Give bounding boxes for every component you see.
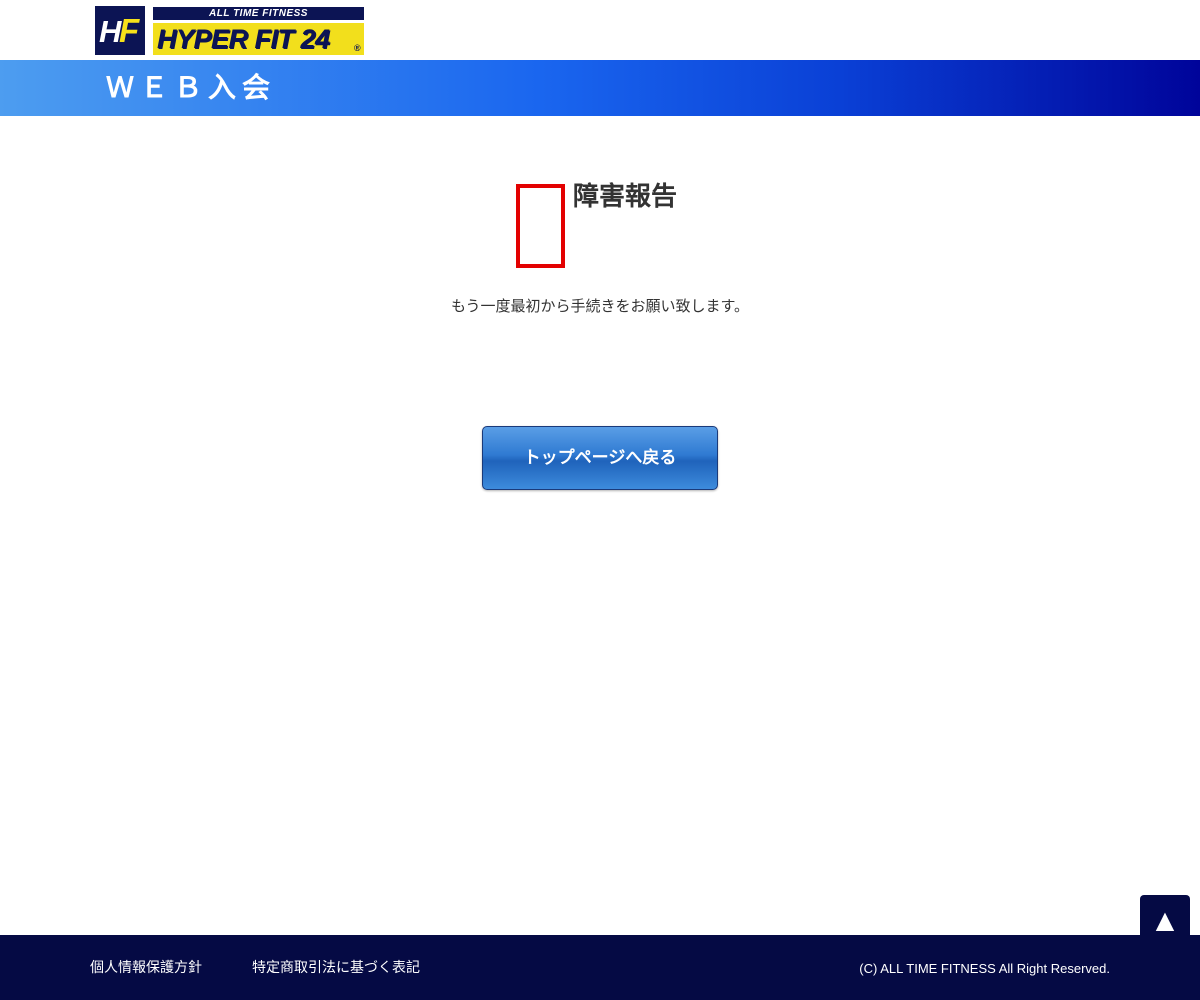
- registered-mark: ®: [354, 43, 361, 53]
- back-to-top-page-button[interactable]: トップページへ戻る: [482, 426, 718, 490]
- footer: 個人情報保護方針 特定商取引法に基づく表記 (C) ALL TIME FITNE…: [0, 935, 1200, 1000]
- error-title: 障害報告: [573, 182, 678, 212]
- warning-icon: [516, 184, 565, 268]
- error-message: もう一度最初から手続きをお願い致します。: [450, 297, 750, 315]
- page-title: ＷＥＢ入会: [106, 71, 277, 104]
- logo-mark-h: H: [99, 14, 121, 49]
- title-band: ＷＥＢ入会: [0, 60, 1200, 116]
- arrow-up-icon: ▲: [1155, 906, 1175, 934]
- privacy-policy-link[interactable]: 個人情報保護方針: [90, 958, 202, 978]
- logo-tagline: ALL TIME FITNESS: [153, 7, 364, 20]
- logo-mark: H F: [95, 6, 145, 55]
- site-logo[interactable]: H F ALL TIME FITNESS HYPER FIT 24 ®: [95, 6, 367, 56]
- commercial-transactions-link[interactable]: 特定商取引法に基づく表記: [252, 958, 420, 978]
- logo-mark-f: F: [119, 12, 140, 49]
- logo-name: HYPER FIT 24: [153, 23, 364, 55]
- copyright: (C) ALL TIME FITNESS All Right Reserved.: [859, 961, 1110, 976]
- page: H F ALL TIME FITNESS HYPER FIT 24 ® ＷＥＢ入…: [0, 0, 1200, 1000]
